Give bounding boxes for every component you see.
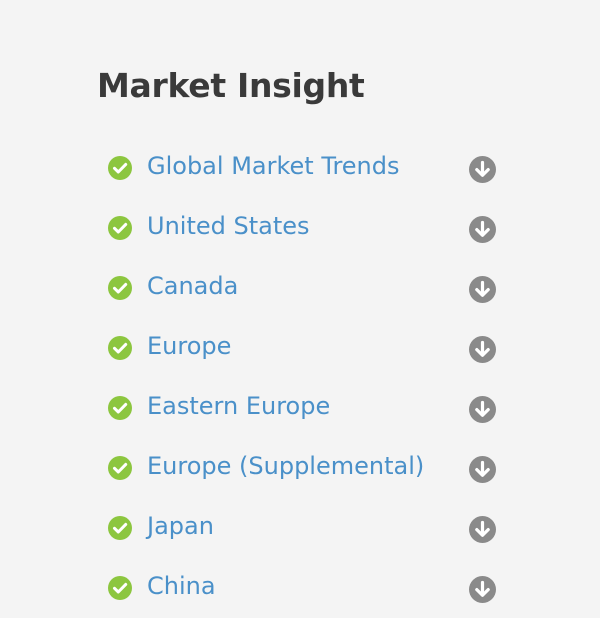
- list-item: China: [0, 558, 600, 618]
- list-item: United States: [0, 198, 600, 258]
- report-link[interactable]: United States: [147, 211, 310, 241]
- download-arrow-icon[interactable]: [468, 215, 497, 244]
- report-link[interactable]: Canada: [147, 271, 238, 301]
- report-link[interactable]: China: [147, 571, 216, 601]
- download-arrow-icon[interactable]: [468, 395, 497, 424]
- page-title: Market Insight: [97, 66, 365, 105]
- check-circle-icon: [108, 456, 132, 480]
- list-item: Eastern Europe: [0, 378, 600, 438]
- check-circle-icon: [108, 156, 132, 180]
- check-circle-icon: [108, 336, 132, 360]
- report-link[interactable]: Eastern Europe: [147, 391, 330, 421]
- list-item: Japan: [0, 498, 600, 558]
- list-item: Canada: [0, 258, 600, 318]
- download-arrow-icon[interactable]: [468, 155, 497, 184]
- report-link[interactable]: Europe (Supplemental): [147, 451, 424, 481]
- check-circle-icon: [108, 516, 132, 540]
- report-link[interactable]: Japan: [147, 511, 214, 541]
- check-circle-icon: [108, 276, 132, 300]
- download-arrow-icon[interactable]: [468, 455, 497, 484]
- list-item: Europe: [0, 318, 600, 378]
- check-circle-icon: [108, 576, 132, 600]
- check-circle-icon: [108, 396, 132, 420]
- download-arrow-icon[interactable]: [468, 515, 497, 544]
- report-list: Global Market Trends United States Canad…: [0, 138, 600, 618]
- download-arrow-icon[interactable]: [468, 335, 497, 364]
- list-item: Global Market Trends: [0, 138, 600, 198]
- list-item: Europe (Supplemental): [0, 438, 600, 498]
- report-link[interactable]: Global Market Trends: [147, 151, 400, 181]
- report-link[interactable]: Europe: [147, 331, 231, 361]
- download-arrow-icon[interactable]: [468, 275, 497, 304]
- check-circle-icon: [108, 216, 132, 240]
- market-insight-panel: Market Insight Global Market Trends Unit…: [0, 0, 600, 603]
